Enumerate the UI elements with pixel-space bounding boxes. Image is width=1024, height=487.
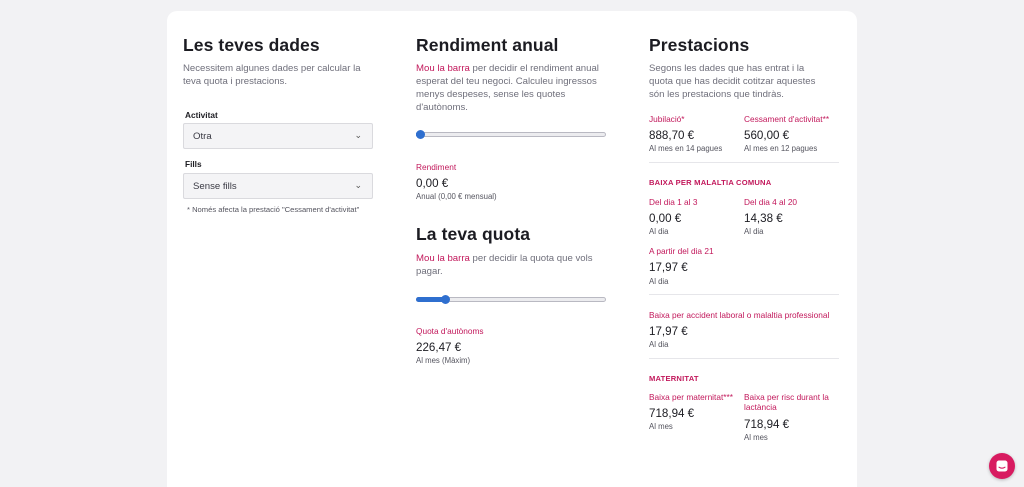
income-slider-thumb[interactable] [416, 130, 425, 139]
lactation-risk-label: Baixa per risc durant la lactància [744, 392, 829, 412]
day21-sub: Al dia [649, 277, 669, 286]
your-data-title: Les teves dades [183, 35, 320, 55]
calculator-card: Les teves dades Necessitem algunes dades… [167, 11, 857, 487]
divider [649, 358, 839, 359]
quota-sub: Al mes (Màxim) [416, 356, 471, 365]
quota-slider-thumb[interactable] [441, 295, 450, 304]
activitat-select-value: Otra [193, 131, 212, 142]
cessament-label: Cessament d'activitat** [744, 114, 830, 124]
quota-slider[interactable] [416, 295, 606, 304]
maternity-leave-value: 718,94 € [649, 407, 695, 420]
jubilacio-sub: Al mes en 14 pagues [649, 144, 723, 153]
day1-3-value: 0,00 € [649, 212, 682, 225]
lactation-risk-value: 718,94 € [744, 418, 790, 431]
activitat-select[interactable]: Otra ⌄ [183, 123, 373, 149]
maternity-heading: MATERNITAT [649, 374, 699, 383]
benefits-title: Prestacions [649, 35, 750, 55]
income-slider-track[interactable] [416, 132, 606, 137]
fills-select-value: Sense fills [193, 181, 237, 192]
maternity-leave-sub: Al mes [649, 422, 673, 431]
day1-3-sub: Al dia [649, 227, 669, 236]
move-bar-link[interactable]: Mou la barra [416, 63, 470, 74]
quota-value: 226,47 € [416, 341, 462, 354]
accident-value: 17,97 € [649, 325, 688, 338]
benefits-description: Segons les dades que has entrat i la quo… [649, 63, 816, 100]
jubilacio-label: Jubilació* [649, 114, 685, 124]
rendiment-value: 0,00 € [416, 177, 449, 190]
lactation-risk-sub: Al mes [744, 433, 768, 442]
sick-leave-heading: BAIXA PER MALALTIA COMUNA [649, 178, 772, 187]
your-data-description: Necessitem algunes dades per calcular la… [183, 63, 361, 87]
accident-sub: Al dia [649, 340, 669, 349]
quota-label: Quota d'autònoms [416, 326, 484, 336]
day4-20-sub: Al dia [744, 227, 764, 236]
activitat-label: Activitat [185, 110, 218, 120]
rendiment-label: Rendiment [416, 162, 457, 172]
cessament-sub: Al mes en 12 pagues [744, 144, 818, 153]
day21-label: A partir del dia 21 [649, 246, 714, 256]
divider [649, 294, 839, 295]
chat-icon [996, 460, 1008, 472]
move-bar-link[interactable]: Mou la barra [416, 253, 470, 264]
day1-3-label: Del dia 1 al 3 [649, 197, 698, 207]
fills-select[interactable]: Sense fills ⌄ [183, 173, 373, 199]
fills-label: Fills [185, 159, 202, 169]
divider [649, 162, 839, 163]
your-quota-description: Mou la barra per decidir la quota que vo… [416, 252, 608, 278]
day4-20-label: Del dia 4 al 20 [744, 197, 798, 207]
chevron-down-icon: ⌄ [354, 180, 362, 190]
annual-income-title: Rendiment anual [416, 35, 559, 55]
chat-launcher-button[interactable] [989, 453, 1015, 479]
your-quota-title: La teva quota [416, 224, 531, 244]
fills-note: * Només afecta la prestació "Cessament d… [187, 205, 360, 214]
cessament-value: 560,00 € [744, 129, 790, 142]
accident-label: Baixa per accident laboral o malaltia pr… [649, 310, 830, 320]
income-slider[interactable] [416, 130, 606, 139]
jubilacio-value: 888,70 € [649, 129, 695, 142]
day4-20-value: 14,38 € [744, 212, 783, 225]
chevron-down-icon: ⌄ [354, 130, 362, 140]
rendiment-sub: Anual (0,00 € mensual) [416, 192, 497, 201]
maternity-leave-label: Baixa per maternitat*** [649, 392, 733, 402]
day21-value: 17,97 € [649, 261, 688, 274]
annual-income-description: Mou la barra per decidir el rendiment an… [416, 62, 608, 114]
